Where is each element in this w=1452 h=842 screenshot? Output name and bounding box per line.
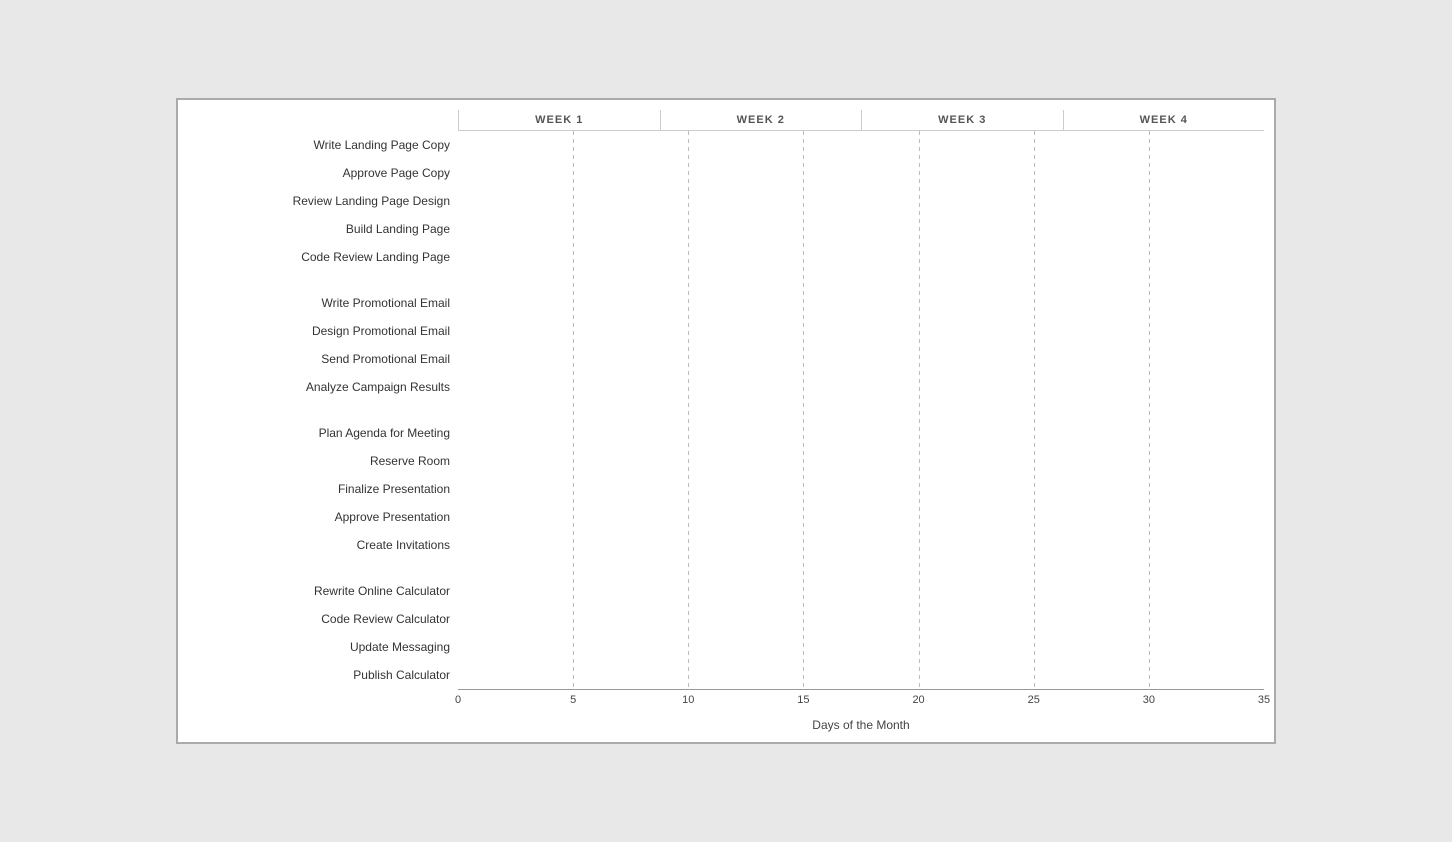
gantt-bar-row xyxy=(458,577,1264,605)
x-tick-label: 0 xyxy=(455,694,461,706)
task-label-text: Write Promotional Email xyxy=(322,296,450,310)
task-label-row: Analyze Campaign Results xyxy=(188,373,458,401)
task-spacer xyxy=(188,559,458,577)
task-label-text: Write Landing Page Copy xyxy=(313,138,450,152)
gantt-bar-row xyxy=(458,447,1264,475)
task-label-text: Send Promotional Email xyxy=(321,352,450,366)
task-label-row: Code Review Landing Page xyxy=(188,243,458,271)
gantt-bar-row xyxy=(458,187,1264,215)
task-label-row: Write Promotional Email xyxy=(188,289,458,317)
gantt-bar-row xyxy=(458,531,1264,559)
task-label-text: Plan Agenda for Meeting xyxy=(319,426,450,440)
task-label-text: Review Landing Page Design xyxy=(293,194,450,208)
x-tick-label: 20 xyxy=(912,694,924,706)
gantt-bar-row xyxy=(458,419,1264,447)
x-axis-labels: 05101520253035 xyxy=(458,694,1264,714)
task-label-text: Approve Presentation xyxy=(335,510,450,524)
task-label-text: Analyze Campaign Results xyxy=(306,380,450,394)
week-header: WEEK 1WEEK 2WEEK 3WEEK 4 xyxy=(458,110,1264,131)
task-label-row: Publish Calculator xyxy=(188,661,458,689)
task-label-row: Approve Page Copy xyxy=(188,159,458,187)
task-label-row: Design Promotional Email xyxy=(188,317,458,345)
gantt-rows xyxy=(458,131,1264,689)
gantt-bar-row xyxy=(458,289,1264,317)
x-tick-label: 15 xyxy=(797,694,809,706)
task-label-row: Build Landing Page xyxy=(188,215,458,243)
task-label-row: Approve Presentation xyxy=(188,503,458,531)
task-label-text: Build Landing Page xyxy=(346,222,450,236)
x-tick-label: 30 xyxy=(1143,694,1155,706)
gantt-bar-row xyxy=(458,475,1264,503)
task-label-row: Send Promotional Email xyxy=(188,345,458,373)
task-label-row: Reserve Room xyxy=(188,447,458,475)
task-label-row: Finalize Presentation xyxy=(188,475,458,503)
task-label-row: Create Invitations xyxy=(188,531,458,559)
task-label-text: Create Invitations xyxy=(357,538,450,552)
task-label-text: Code Review Calculator xyxy=(321,612,450,626)
task-spacer xyxy=(188,271,458,289)
x-axis: 05101520253035 xyxy=(458,689,1264,714)
axis-title-text: Days of the Month xyxy=(812,718,909,732)
task-label-text: Publish Calculator xyxy=(353,668,450,682)
x-tick-label: 35 xyxy=(1258,694,1270,706)
task-label-row: Update Messaging xyxy=(188,633,458,661)
gantt-bar-row xyxy=(458,503,1264,531)
task-label-text: Approve Page Copy xyxy=(343,166,450,180)
gantt-spacer xyxy=(458,559,1264,577)
gantt-bar-row xyxy=(458,317,1264,345)
task-label-text: Rewrite Online Calculator xyxy=(314,584,450,598)
task-labels: Write Landing Page Copy Approve Page Copy… xyxy=(188,131,458,689)
gantt-bar-row xyxy=(458,633,1264,661)
week-label: WEEK 2 xyxy=(660,110,862,130)
week-label: WEEK 1 xyxy=(458,110,660,130)
week-label: WEEK 4 xyxy=(1063,110,1265,130)
task-label-text: Finalize Presentation xyxy=(338,482,450,496)
task-label-text: Update Messaging xyxy=(350,640,450,654)
gantt-bar-row xyxy=(458,345,1264,373)
week-label: WEEK 3 xyxy=(861,110,1063,130)
gantt-bar-row xyxy=(458,243,1264,271)
gantt-bar-row xyxy=(458,661,1264,689)
task-label-row: Review Landing Page Design xyxy=(188,187,458,215)
task-label-row: Write Landing Page Copy xyxy=(188,131,458,159)
gantt-spacer xyxy=(458,271,1264,289)
gantt-bar-row xyxy=(458,605,1264,633)
gantt-bar-row xyxy=(458,373,1264,401)
chart-container: WEEK 1WEEK 2WEEK 3WEEK 4 Write Landing P… xyxy=(176,98,1276,744)
gantt-area xyxy=(458,131,1264,689)
x-tick-label: 5 xyxy=(570,694,576,706)
gantt-bar-row xyxy=(458,131,1264,159)
chart-inner: WEEK 1WEEK 2WEEK 3WEEK 4 Write Landing P… xyxy=(188,110,1264,732)
x-tick-label: 25 xyxy=(1028,694,1040,706)
task-label-text: Code Review Landing Page xyxy=(301,250,450,264)
x-axis-title: Days of the Month xyxy=(458,718,1264,732)
task-label-row: Plan Agenda for Meeting xyxy=(188,419,458,447)
task-spacer xyxy=(188,401,458,419)
task-label-text: Design Promotional Email xyxy=(312,324,450,338)
chart-body: Write Landing Page Copy Approve Page Copy… xyxy=(188,131,1264,689)
task-label-text: Reserve Room xyxy=(370,454,450,468)
gantt-bar-row xyxy=(458,215,1264,243)
x-tick-label: 10 xyxy=(682,694,694,706)
gantt-bar-row xyxy=(458,159,1264,187)
task-label-row: Code Review Calculator xyxy=(188,605,458,633)
task-label-row: Rewrite Online Calculator xyxy=(188,577,458,605)
gantt-spacer xyxy=(458,401,1264,419)
